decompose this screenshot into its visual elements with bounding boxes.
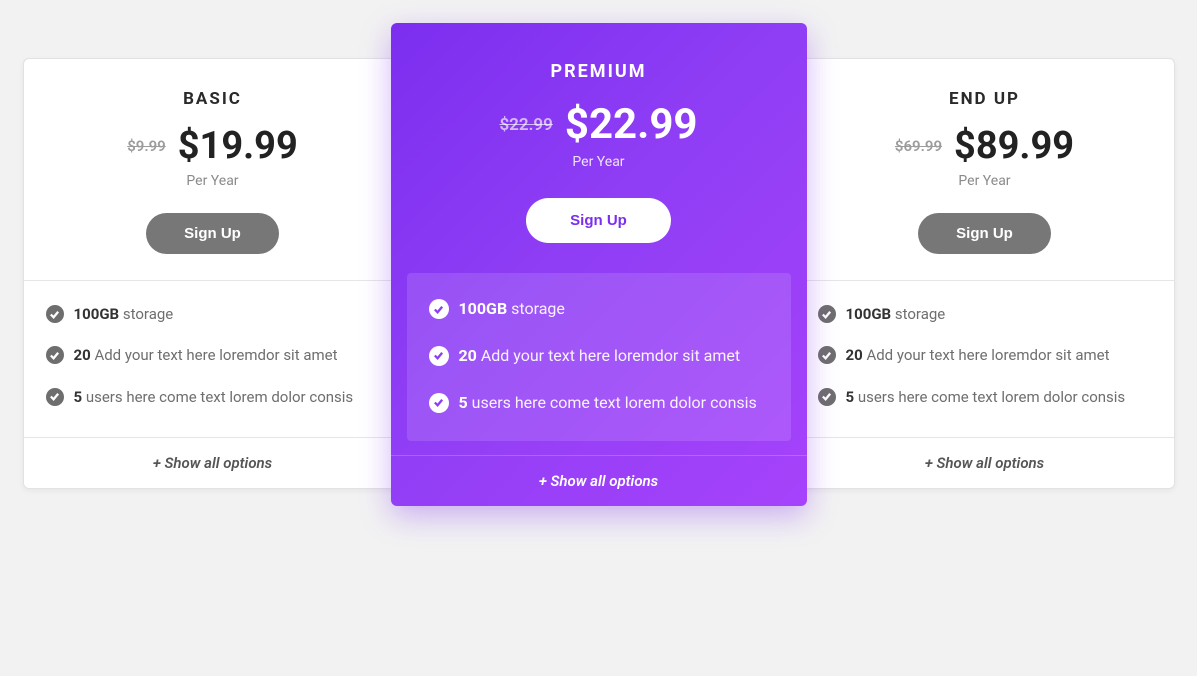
plan-header: PREMIUM $22.99 $22.99 Per Year Sign Up — [391, 23, 807, 273]
plan-card-premium: PREMIUM $22.99 $22.99 Per Year Sign Up 1… — [391, 23, 807, 506]
check-icon — [46, 305, 64, 323]
current-price: $89.99 — [954, 127, 1074, 165]
check-icon — [818, 305, 836, 323]
current-price: $22.99 — [565, 104, 698, 146]
price-line: $22.99 $22.99 — [411, 104, 787, 146]
old-price: $9.99 — [127, 137, 166, 155]
feature-item: 20 Add your text here loremdor sit amet — [46, 344, 380, 367]
show-all-options-link[interactable]: + Show all options — [24, 437, 402, 488]
feature-item: 100GB storage — [46, 303, 380, 326]
plan-card-basic: BASIC $9.99 $19.99 Per Year Sign Up 100G… — [23, 58, 403, 489]
old-price: $69.99 — [895, 137, 942, 155]
billing-period: Per Year — [44, 173, 382, 189]
feature-text: 20 Add your text here loremdor sit amet — [459, 344, 741, 369]
feature-text: 100GB storage — [846, 303, 946, 326]
feature-text: 5 users here come text lorem dolor consi… — [846, 386, 1126, 409]
feature-text: 5 users here come text lorem dolor consi… — [459, 391, 757, 416]
feature-list: 100GB storage 20 Add your text here lore… — [24, 280, 402, 437]
feature-item: 20 Add your text here loremdor sit amet — [429, 344, 769, 369]
old-price: $22.99 — [499, 115, 552, 135]
show-all-options-link[interactable]: + Show all options — [391, 455, 807, 506]
signup-button[interactable]: Sign Up — [918, 213, 1051, 254]
check-icon — [429, 393, 449, 413]
feature-text: 20 Add your text here loremdor sit amet — [74, 344, 338, 367]
feature-list: 100GB storage 20 Add your text here lore… — [796, 280, 1174, 437]
check-icon — [46, 346, 64, 364]
current-price: $19.99 — [178, 127, 298, 165]
feature-item: 20 Add your text here loremdor sit amet — [818, 344, 1152, 367]
feature-item: 5 users here come text lorem dolor consi… — [46, 386, 380, 409]
feature-item: 100GB storage — [818, 303, 1152, 326]
feature-text: 5 users here come text lorem dolor consi… — [74, 386, 354, 409]
check-icon — [818, 346, 836, 364]
feature-item: 5 users here come text lorem dolor consi… — [818, 386, 1152, 409]
check-icon — [429, 299, 449, 319]
plan-header: END UP $69.99 $89.99 Per Year Sign Up — [796, 59, 1174, 280]
pricing-cards-container: BASIC $9.99 $19.99 Per Year Sign Up 100G… — [23, 58, 1175, 506]
check-icon — [46, 388, 64, 406]
check-icon — [818, 388, 836, 406]
check-icon — [429, 346, 449, 366]
price-line: $9.99 $19.99 — [44, 127, 382, 165]
show-all-options-link[interactable]: + Show all options — [796, 437, 1174, 488]
billing-period: Per Year — [411, 154, 787, 170]
feature-text: 100GB storage — [459, 297, 565, 322]
plan-card-endup: END UP $69.99 $89.99 Per Year Sign Up 10… — [795, 58, 1175, 489]
plan-title: END UP — [816, 89, 1154, 109]
feature-text: 100GB storage — [74, 303, 174, 326]
plan-title: BASIC — [44, 89, 382, 109]
feature-list: 100GB storage 20 Add your text here lore… — [407, 273, 791, 441]
price-line: $69.99 $89.99 — [816, 127, 1154, 165]
feature-text: 20 Add your text here loremdor sit amet — [846, 344, 1110, 367]
plan-header: BASIC $9.99 $19.99 Per Year Sign Up — [24, 59, 402, 280]
signup-button[interactable]: Sign Up — [526, 198, 671, 243]
feature-item: 5 users here come text lorem dolor consi… — [429, 391, 769, 416]
signup-button[interactable]: Sign Up — [146, 213, 279, 254]
feature-item: 100GB storage — [429, 297, 769, 322]
plan-title: PREMIUM — [411, 61, 787, 82]
billing-period: Per Year — [816, 173, 1154, 189]
